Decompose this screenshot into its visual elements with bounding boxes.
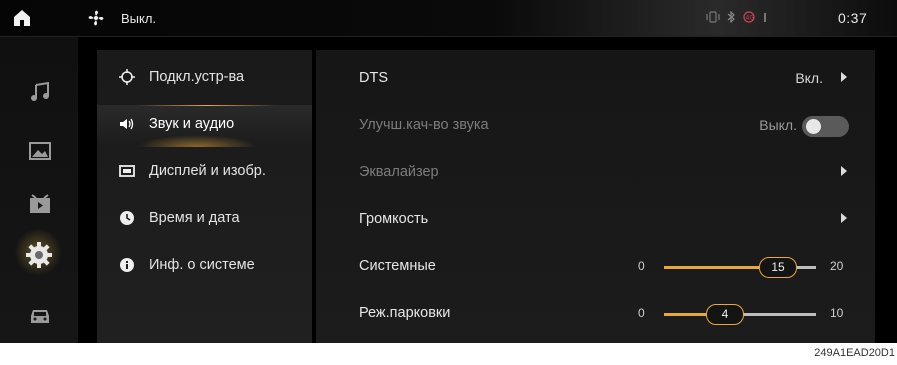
setting-row-equalizer[interactable]: Эквалайзер [316,150,875,196]
svg-text:4G: 4G [746,15,755,22]
toggle-knob [806,119,821,134]
setting-row-dts[interactable]: DTS Вкл. [316,56,875,102]
system-volume-slider[interactable]: 15 [664,257,816,278]
bluetooth-icon [727,11,735,23]
dts-value: Вкл. [795,70,823,86]
setting-label: Системные [359,258,436,274]
settings-gear-icon[interactable] [24,240,54,270]
setting-row-volume[interactable]: Громкость [316,197,875,243]
speaker-icon [120,118,134,130]
chevron-right-icon [841,72,847,82]
chevron-right-icon [841,213,847,223]
menu-item-system-info[interactable]: Инф. о системе [97,246,312,286]
system-status-icons: 4G [706,11,768,23]
head-unit-screen: Выкл. 4G 0:37 Подкл.устр-ва Звук и аудио… [0,0,897,343]
parking-volume-slider[interactable]: 4 [664,304,816,325]
clock-icon [120,211,134,225]
video-icon[interactable] [28,193,52,215]
menu-item-label: Звук и аудио [149,116,235,132]
menu-item-time-date[interactable]: Время и дата [97,199,312,239]
display-icon [119,165,135,177]
music-icon[interactable] [28,81,52,103]
4g-signal-icon: 4G [743,11,755,23]
active-indicator-line [137,105,277,106]
phone-vibrate-icon [706,11,720,23]
fan-icon[interactable] [86,8,106,28]
menu-item-display[interactable]: Дисплей и изобр. [97,152,312,192]
clock: 0:37 [838,10,868,26]
sound-settings-panel: DTS Вкл. Улучш.кач-во звука Выкл. Эквала… [316,50,875,343]
figure-code: 249A1EAD20D1 [814,347,895,359]
left-navigation-bar [0,37,78,343]
car-icon[interactable] [28,305,52,327]
setting-label: Эквалайзер [359,164,439,180]
connection-icon [119,69,135,85]
slider-thumb[interactable]: 15 [759,257,797,278]
slider-min-label: 0 [638,306,645,320]
menu-item-label: Дисплей и изобр. [149,163,266,179]
signal-bar-icon [764,13,766,22]
menu-item-label: Подкл.устр-ва [149,69,245,85]
menu-item-sound-audio[interactable]: Звук и аудио [97,105,312,147]
setting-row-parking-volume: Реж.парковки 0 4 10 [316,291,875,337]
slider-max-label: 10 [830,306,844,320]
setting-row-sound-quality: Улучш.кач-во звука Выкл. [316,103,875,149]
slider-min-label: 0 [638,259,645,273]
setting-label: Улучш.кач-во звука [359,117,489,133]
sound-quality-toggle[interactable] [802,116,849,137]
fan-status-text: Выкл. [121,11,157,26]
info-icon [120,258,134,272]
slider-max-label: 20 [830,259,844,273]
setting-row-system-volume: Системные 0 15 20 [316,244,875,290]
chevron-right-icon [841,166,847,176]
slider-thumb[interactable]: 4 [706,304,744,325]
active-indicator-glow [137,135,257,147]
menu-item-connected-devices[interactable]: Подкл.устр-ва [97,58,312,98]
home-icon[interactable] [13,9,31,27]
setting-label: Реж.парковки [359,305,451,321]
setting-label: Громкость [359,211,429,227]
setting-label: DTS [359,70,388,86]
status-bar: Выкл. 4G 0:37 [0,0,897,37]
gallery-icon[interactable] [28,140,52,162]
menu-item-label: Время и дата [149,210,240,226]
menu-item-label: Инф. о системе [149,257,255,273]
settings-menu: Подкл.устр-ва Звук и аудио Дисплей и изо… [97,50,312,343]
sound-quality-value: Выкл. [759,117,797,133]
